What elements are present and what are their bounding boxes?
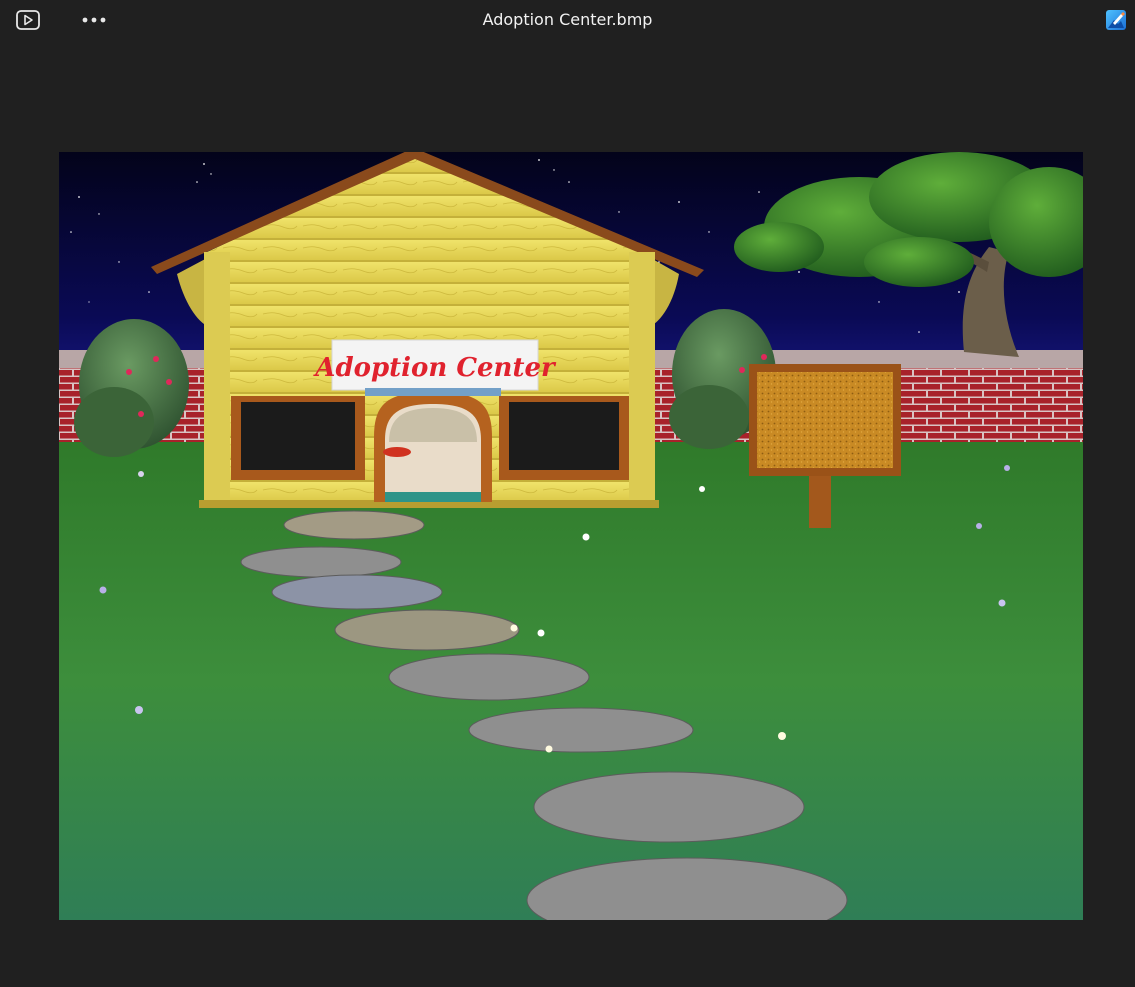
photo-viewer-app: Adoption Center.bmp Adoption Center [0,0,1135,987]
photo-editor-icon [1106,10,1126,30]
adoption-center-image: Adoption Center [59,152,1083,920]
edit-image-button[interactable] [1102,6,1130,34]
title-bar: Adoption Center.bmp [0,0,1135,40]
window-title: Adoption Center.bmp [482,10,653,29]
adoption-center-sign: Adoption Center [312,353,557,383]
image-canvas[interactable]: Adoption Center [59,152,1083,920]
